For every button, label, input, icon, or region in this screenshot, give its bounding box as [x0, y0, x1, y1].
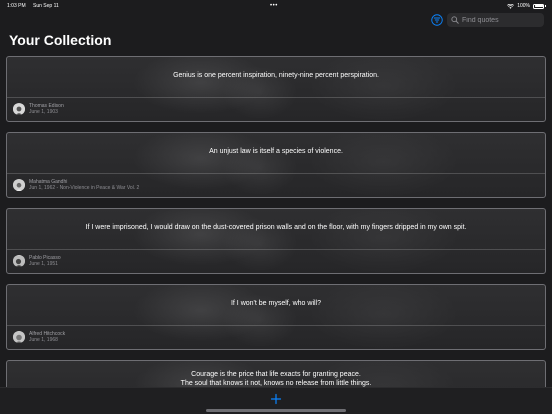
filter-icon[interactable] [431, 14, 443, 26]
author-portrait-icon [13, 104, 25, 115]
avatar [13, 255, 25, 267]
quote-card[interactable]: Genius is one percent inspiration, ninet… [6, 56, 546, 122]
search-input[interactable] [462, 16, 542, 24]
quote-text: An unjust law is itself a species of vio… [209, 148, 343, 155]
battery-percent: 100% [517, 3, 530, 9]
author-info: Alfred Hitchcock June 1, 1968 [13, 331, 65, 343]
status-time: 1:03 PM [7, 3, 26, 9]
quote-card[interactable]: An unjust law is itself a species of vio… [6, 132, 546, 198]
status-date: Sun Sep 11 [33, 3, 59, 9]
status-bar: 1:03 PM Sun Sep 11 ••• 100% [0, 0, 552, 12]
avatar [13, 179, 25, 191]
author-portrait-icon [13, 332, 25, 343]
quote-text: Courage is the price that life exacts fo… [180, 371, 372, 387]
battery-tip [545, 5, 546, 7]
home-indicator[interactable] [206, 409, 346, 412]
quote-date: June 1, 1951 [29, 261, 58, 267]
author-portrait-icon [13, 180, 25, 191]
avatar [13, 103, 25, 115]
quote-text: If I won't be myself, who will? [230, 300, 322, 307]
card-divider [7, 325, 545, 326]
card-divider [7, 249, 545, 250]
quote-card[interactable]: If I were imprisoned, I would draw on th… [6, 208, 546, 274]
avatar [13, 331, 25, 343]
author-info: Thomas Edison June 1, 1903 [13, 103, 64, 115]
quote-text: If I were imprisoned, I would draw on th… [85, 224, 467, 231]
author-info: Pablo Picasso June 1, 1951 [13, 255, 61, 267]
page-title: Your Collection [9, 32, 112, 48]
quote-date: June 1, 1903 [29, 109, 58, 115]
quote-date: Jun 1, 1962 - Non-Violence in Peace & Wa… [29, 185, 140, 191]
add-quote-button[interactable] [270, 393, 282, 405]
quote-card[interactable]: If I won't be myself, who will? Alfred H… [6, 284, 546, 350]
author-portrait-icon [13, 256, 25, 267]
multitasking-dots-icon[interactable]: ••• [270, 3, 278, 9]
search-field[interactable] [447, 13, 544, 27]
wifi-icon [507, 3, 515, 9]
bottom-toolbar [0, 387, 552, 414]
card-divider [7, 97, 545, 98]
quote-date: June 1, 1968 [29, 337, 58, 343]
search-icon [451, 16, 459, 24]
card-divider [7, 173, 545, 174]
status-right: 100% [507, 3, 546, 9]
battery-icon [533, 3, 544, 9]
author-info: Mahatma Gandhi Jun 1, 1962 - Non-Violenc… [13, 179, 139, 191]
quote-text: Genius is one percent inspiration, ninet… [173, 72, 379, 79]
status-left: 1:03 PM Sun Sep 11 [7, 3, 65, 9]
